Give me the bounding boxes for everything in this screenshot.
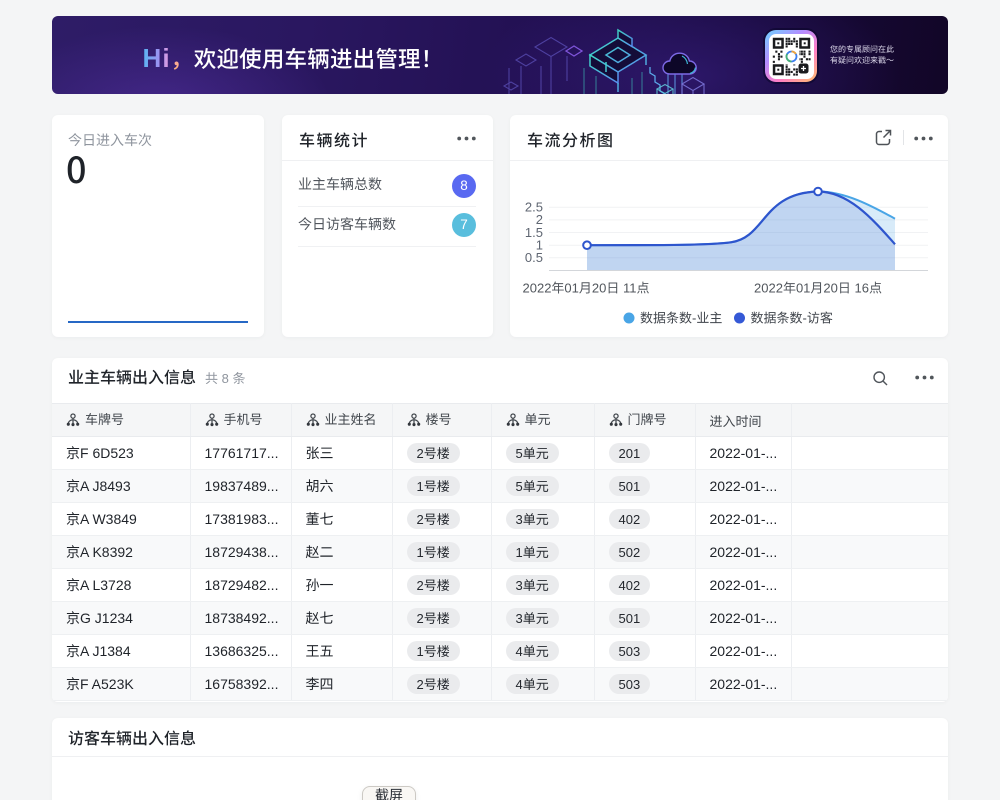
- svg-text:0.5: 0.5: [525, 247, 543, 266]
- svg-text:数据条数-业主: 数据条数-业主: [640, 308, 722, 327]
- svg-text:2022年01月20日 16点: 2022年01月20日 16点: [754, 278, 882, 297]
- svg-text:2022年01月20日 11点: 2022年01月20日 11点: [523, 278, 650, 297]
- svg-text:数据条数-访客: 数据条数-访客: [751, 308, 833, 327]
